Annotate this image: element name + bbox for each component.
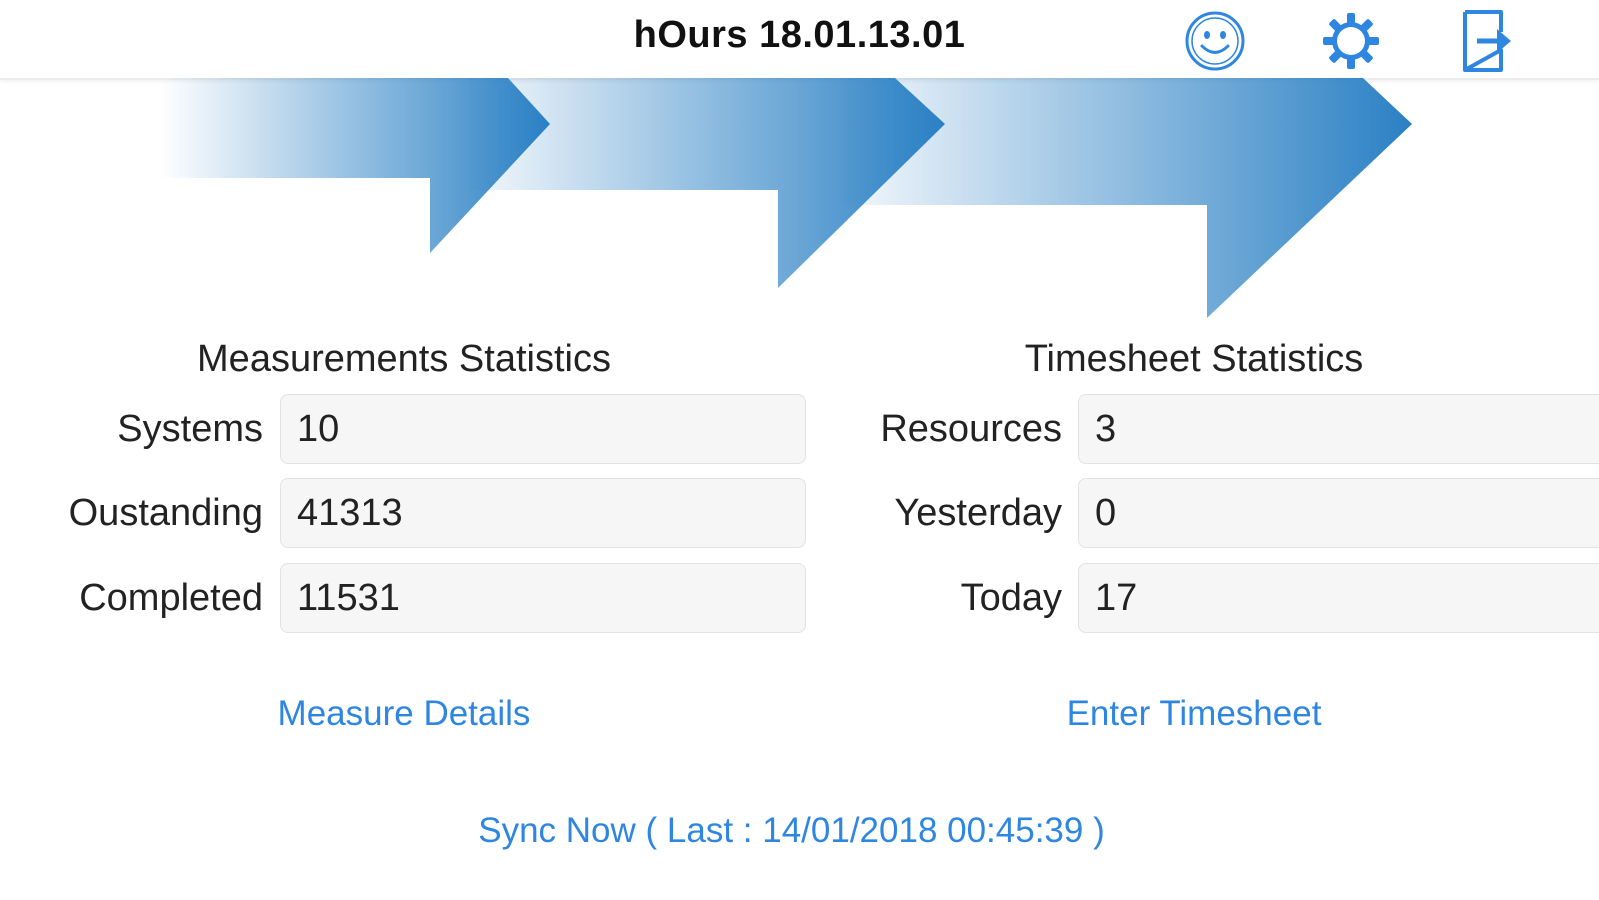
outstanding-label: Oustanding	[68, 492, 263, 534]
banner-arrow-2	[470, 78, 945, 288]
yesterday-field[interactable]: 0	[1078, 478, 1599, 548]
banner-arrows	[160, 78, 1412, 318]
timesheet-title: Timesheet Statistics	[1024, 338, 1364, 380]
completed-label: Completed	[79, 577, 263, 619]
home-screen: hOurs 18.01.13.01 Measurements Statistic…	[0, 0, 1599, 900]
today-label: Today	[960, 577, 1062, 619]
logout-icon[interactable]	[1454, 8, 1520, 74]
measurements-title: Measurements Statistics	[197, 338, 611, 380]
outstanding-field[interactable]: 41313	[280, 478, 806, 548]
systems-label: Systems	[117, 408, 263, 450]
completed-field[interactable]: 11531	[280, 563, 806, 633]
measure-details-link[interactable]: Measure Details	[200, 694, 608, 734]
resources-field[interactable]: 3	[1078, 394, 1599, 464]
smiley-icon[interactable]	[1182, 8, 1248, 74]
banner-arrow-1	[160, 78, 550, 253]
resources-label: Resources	[880, 408, 1062, 450]
enter-timesheet-link[interactable]: Enter Timesheet	[990, 694, 1398, 734]
yesterday-label: Yesterday	[894, 492, 1062, 534]
systems-field[interactable]: 10	[280, 394, 806, 464]
sync-now-link[interactable]: Sync Now ( Last : 14/01/2018 00:45:39 )	[300, 811, 1283, 851]
gear-icon[interactable]	[1318, 8, 1384, 74]
top-bar: hOurs 18.01.13.01	[0, 0, 1599, 80]
today-field[interactable]: 17	[1078, 563, 1599, 633]
